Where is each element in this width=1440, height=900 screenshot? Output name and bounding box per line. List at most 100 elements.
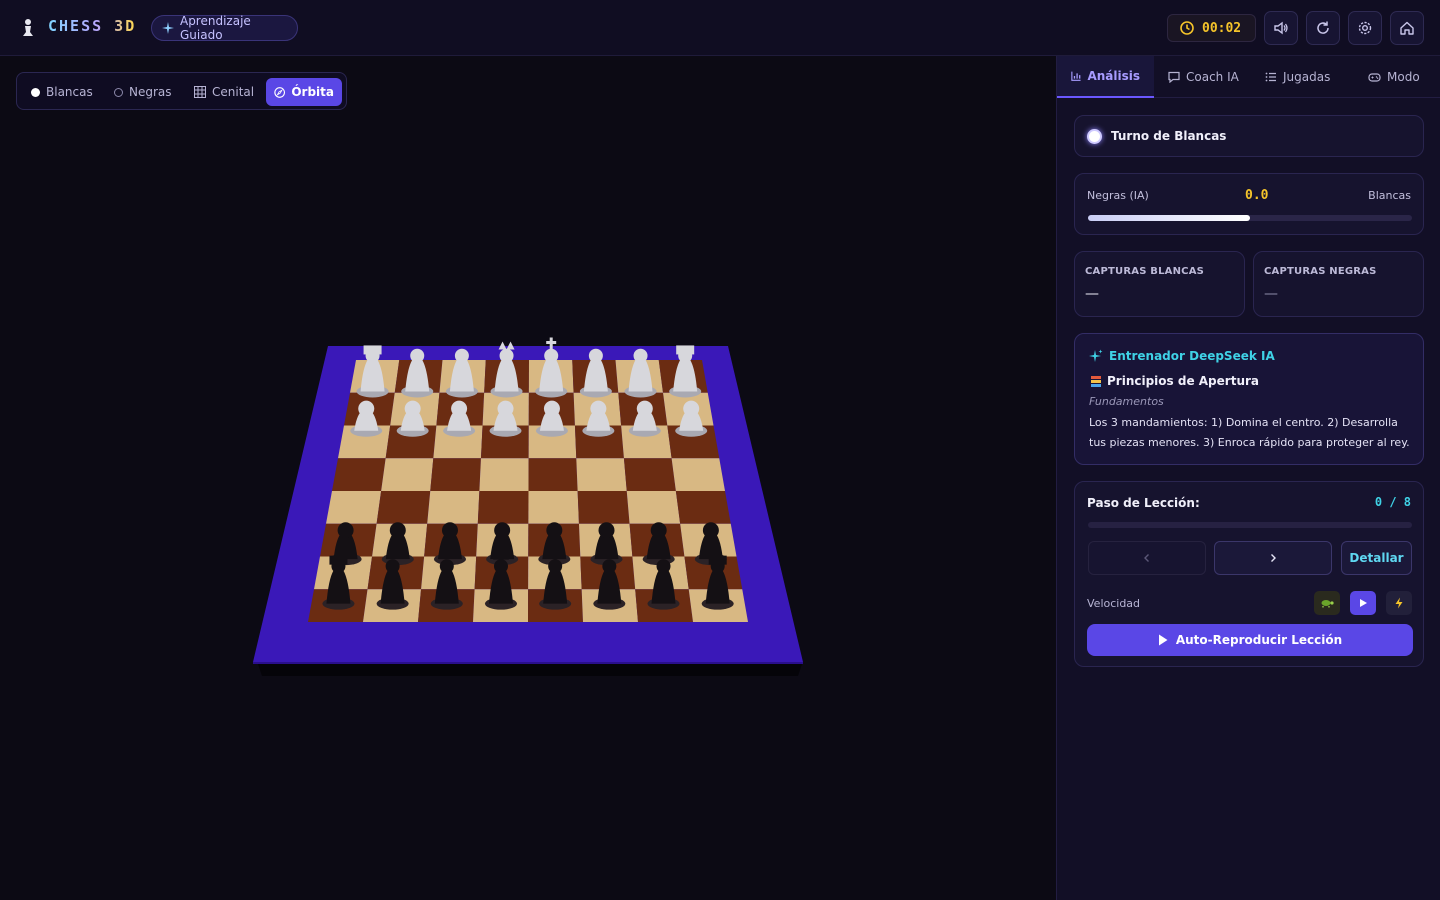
- tab-analysis[interactable]: Análisis: [1057, 56, 1154, 98]
- board-square[interactable]: [623, 458, 676, 491]
- lesson-category: Fundamentos: [1089, 395, 1164, 408]
- previous-step-button[interactable]: [1088, 541, 1206, 575]
- settings-button[interactable]: [1348, 11, 1382, 45]
- camera-option-label: Órbita: [291, 85, 334, 99]
- lesson-title: Principios de Apertura: [1107, 374, 1259, 388]
- coach-title: Entrenador DeepSeek IA: [1109, 349, 1275, 363]
- camera-black-option[interactable]: Negras: [106, 78, 180, 106]
- white-dot-icon: [31, 87, 40, 97]
- board-square[interactable]: [577, 491, 630, 524]
- autoplay-label: Auto-Reproducir Lección: [1175, 633, 1343, 647]
- settings-icon: [1358, 21, 1372, 35]
- volume-icon: [1274, 21, 1288, 35]
- turtle-icon: [1321, 600, 1334, 608]
- turn-indicator-icon: [1087, 129, 1102, 144]
- captures-white-value: —: [1085, 286, 1099, 302]
- chess-board-3d[interactable]: [240, 310, 820, 690]
- board-square[interactable]: [477, 491, 529, 524]
- chevron-right-icon: [1271, 554, 1276, 562]
- restart-button[interactable]: [1306, 11, 1340, 45]
- captures-white-card: CAPTURAS BLANCAS —: [1074, 251, 1245, 317]
- play-icon: [1158, 634, 1168, 646]
- tab-moves[interactable]: Jugadas: [1251, 56, 1344, 98]
- captures-black-card: CAPTURAS NEGRAS —: [1253, 251, 1424, 317]
- turn-label: Turno de Blancas: [1111, 129, 1227, 143]
- sparkle-icon: [162, 22, 174, 34]
- tab-label: Jugadas: [1283, 70, 1331, 84]
- board-square[interactable]: [528, 458, 578, 491]
- board-square[interactable]: [626, 491, 681, 524]
- detail-button[interactable]: Detallar: [1341, 541, 1412, 575]
- chevron-left-icon: [1144, 554, 1149, 562]
- camera-top-option[interactable]: Cenital: [186, 78, 262, 106]
- mode-badge-label: Aprendizaje Guiado: [179, 14, 251, 42]
- eval-bar-fill: [1088, 215, 1250, 221]
- lesson-progress-bar: [1088, 522, 1412, 528]
- app-title: CHESS 3D: [48, 17, 137, 35]
- turn-card: Turno de Blancas: [1074, 115, 1424, 157]
- lightning-icon: [1395, 597, 1403, 609]
- camera-option-label: Cenital: [212, 85, 255, 99]
- board-square[interactable]: [671, 458, 725, 491]
- captures-black-title: CAPTURAS NEGRAS: [1264, 266, 1377, 277]
- speed-label: Velocidad: [1087, 597, 1141, 610]
- tab-coach[interactable]: Coach IA: [1154, 56, 1253, 98]
- camera-orbit-option[interactable]: Órbita: [266, 78, 342, 106]
- sparkle-icon: [1089, 349, 1103, 362]
- board-square[interactable]: [675, 491, 731, 524]
- black-dot-icon: [114, 87, 123, 97]
- play-icon: [1360, 599, 1367, 607]
- game-timer: 00:02: [1167, 14, 1256, 42]
- speed-slow-button[interactable]: [1314, 591, 1340, 615]
- lesson-step-count: 0 / 8: [1374, 495, 1411, 509]
- grid-icon: [194, 86, 206, 98]
- gamepad-icon: [1368, 73, 1381, 82]
- autoplay-button[interactable]: Auto-Reproducir Lección: [1087, 624, 1413, 656]
- sound-button[interactable]: [1264, 11, 1298, 45]
- tab-label: Modo: [1387, 70, 1420, 84]
- board-square[interactable]: [479, 458, 529, 491]
- evaluation-card: Negras (IA) 0.0 Blancas: [1074, 173, 1424, 235]
- lesson-step-label: Paso de Lección:: [1087, 496, 1200, 510]
- eval-black-label: Negras (IA): [1087, 189, 1149, 202]
- camera-selector: Blancas Negras Cenital Órbita: [16, 72, 347, 110]
- eval-bar: [1088, 215, 1412, 221]
- timer-value: 00:02: [1202, 20, 1242, 36]
- captures-white-title: CAPTURAS BLANCAS: [1085, 266, 1205, 277]
- camera-white-option[interactable]: Blancas: [23, 78, 101, 106]
- speed-fast-button[interactable]: [1386, 591, 1412, 615]
- chat-icon: [1168, 71, 1180, 83]
- next-step-button[interactable]: [1214, 541, 1332, 575]
- captures-black-value: —: [1264, 286, 1278, 302]
- side-panel: Análisis Coach IA Jugadas Modo Turno de …: [1056, 56, 1440, 900]
- board-square[interactable]: [376, 491, 431, 524]
- speed-normal-button[interactable]: [1350, 591, 1376, 615]
- pawn-logo-icon: [23, 19, 33, 36]
- board-square[interactable]: [576, 458, 627, 491]
- mode-badge[interactable]: Aprendizaje Guiado: [151, 14, 298, 42]
- clock-icon: [1180, 21, 1194, 35]
- board-square[interactable]: [528, 491, 579, 524]
- board-square[interactable]: [381, 458, 434, 491]
- list-icon: [1265, 72, 1276, 82]
- home-button[interactable]: [1390, 11, 1424, 45]
- board-square[interactable]: [427, 491, 480, 524]
- top-bar: CHESS 3D Aprendizaje Guiado 00:02: [0, 0, 1440, 56]
- speed-options: [1314, 591, 1412, 615]
- lesson-text: Los 3 mandamientos: 1) Domina el centro.…: [1089, 416, 1410, 449]
- board-canvas[interactable]: [240, 310, 820, 690]
- tab-mode[interactable]: Modo: [1354, 56, 1434, 98]
- home-icon: [1400, 21, 1414, 35]
- board-square[interactable]: [430, 458, 481, 491]
- board-frame-edge: [253, 662, 803, 664]
- board-square[interactable]: [332, 458, 386, 491]
- lesson-control-card: Paso de Lección: 0 / 8 Detallar Velocida…: [1074, 481, 1424, 667]
- tab-label: Análisis: [1087, 69, 1140, 83]
- eval-white-label: Blancas: [1368, 189, 1411, 202]
- board-square[interactable]: [326, 491, 382, 524]
- bar-chart-icon: [1071, 71, 1081, 81]
- compass-icon: [274, 86, 286, 98]
- board-shadow: [258, 664, 802, 676]
- tab-label: Coach IA: [1186, 70, 1239, 84]
- panel-tabs: Análisis Coach IA Jugadas Modo: [1057, 56, 1440, 98]
